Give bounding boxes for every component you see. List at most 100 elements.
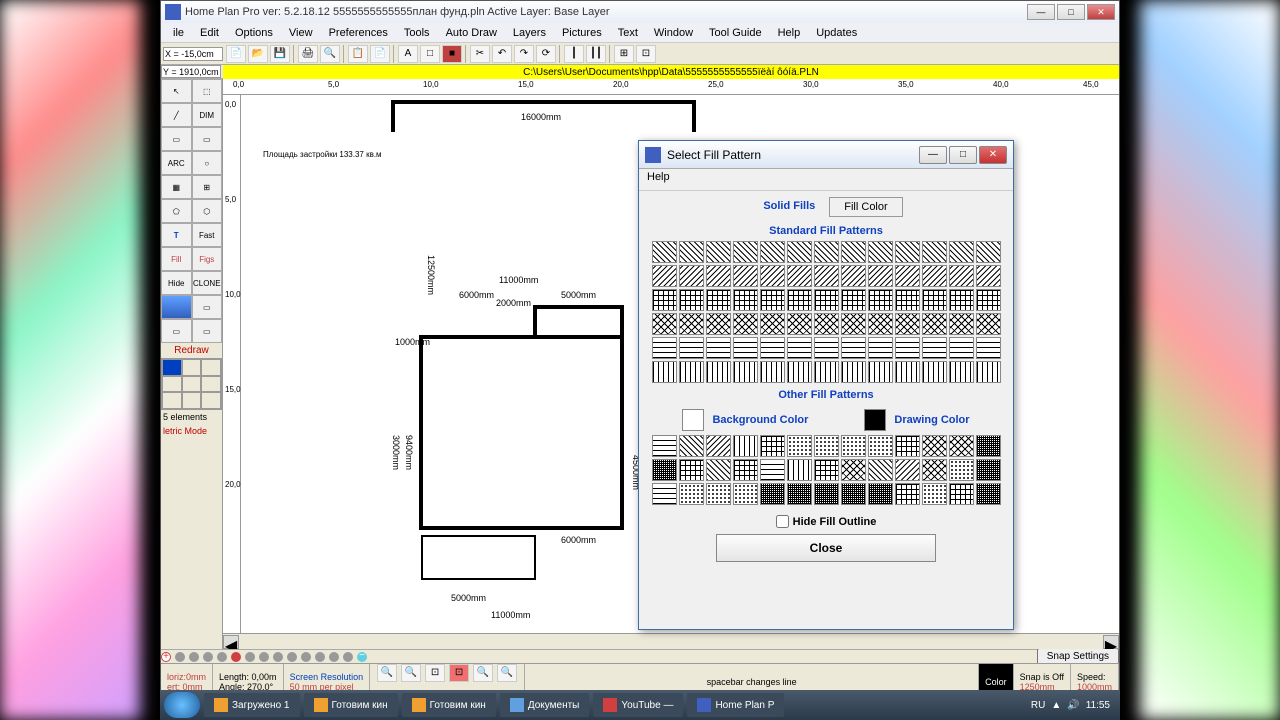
std-pattern-61[interactable] <box>895 337 920 359</box>
std-pattern-55[interactable] <box>733 337 758 359</box>
std-pattern-62[interactable] <box>922 337 947 359</box>
tool-grid1[interactable]: ▦ <box>161 175 192 199</box>
tb-preview[interactable]: 🔍 <box>320 45 340 63</box>
other-pattern-11[interactable] <box>949 435 974 457</box>
tool-text[interactable]: T <box>161 223 192 247</box>
task-5[interactable]: YouTube — <box>593 693 683 717</box>
tool-shape2[interactable]: ▭ <box>192 319 223 343</box>
std-pattern-42[interactable] <box>733 313 758 335</box>
task-6[interactable]: Home Plan P <box>687 693 784 717</box>
std-pattern-35[interactable] <box>895 289 920 311</box>
dialog-close-x[interactable]: ✕ <box>979 146 1007 164</box>
other-pattern-35[interactable] <box>895 483 920 505</box>
std-pattern-31[interactable] <box>787 289 812 311</box>
dot-10[interactable] <box>301 652 311 662</box>
tb-copy[interactable]: 📋 <box>348 45 368 63</box>
std-pattern-54[interactable] <box>706 337 731 359</box>
menu-updates[interactable]: Updates <box>808 25 865 41</box>
menu-file[interactable]: ile <box>165 25 192 41</box>
scrollbar-h[interactable]: ◀ ▶ <box>223 633 1119 649</box>
std-pattern-8[interactable] <box>868 241 893 263</box>
other-pattern-12[interactable] <box>976 435 1001 457</box>
std-pattern-6[interactable] <box>814 241 839 263</box>
dot-1[interactable] <box>175 652 185 662</box>
std-pattern-64[interactable] <box>976 337 1001 359</box>
other-pattern-37[interactable] <box>949 483 974 505</box>
std-pattern-74[interactable] <box>895 361 920 383</box>
redraw-button[interactable]: Redraw <box>161 343 222 358</box>
std-pattern-32[interactable] <box>814 289 839 311</box>
std-pattern-75[interactable] <box>922 361 947 383</box>
menu-autodraw[interactable]: Auto Draw <box>438 25 505 41</box>
color-grid-2[interactable] <box>201 359 221 376</box>
other-pattern-23[interactable] <box>922 459 947 481</box>
tb-grid[interactable]: ⊞ <box>614 45 634 63</box>
std-pattern-26[interactable] <box>652 289 677 311</box>
std-pattern-66[interactable] <box>679 361 704 383</box>
task-2[interactable]: Готовим кин <box>304 693 398 717</box>
titlebar[interactable]: Home Plan Pro ver: 5.2.18.12 55555555555… <box>161 1 1119 23</box>
dialog-maximize[interactable]: □ <box>949 146 977 164</box>
dot-7[interactable] <box>259 652 269 662</box>
menu-text[interactable]: Text <box>610 25 646 41</box>
menu-view[interactable]: View <box>281 25 321 41</box>
std-pattern-33[interactable] <box>841 289 866 311</box>
dot-9[interactable] <box>287 652 297 662</box>
other-pattern-24[interactable] <box>949 459 974 481</box>
tb-snap[interactable]: ⊡ <box>636 45 656 63</box>
other-pattern-22[interactable] <box>895 459 920 481</box>
std-pattern-49[interactable] <box>922 313 947 335</box>
std-pattern-12[interactable] <box>976 241 1001 263</box>
color-grid-7[interactable] <box>182 392 202 409</box>
tray-up-icon[interactable]: ▲ <box>1051 700 1061 711</box>
other-pattern-38[interactable] <box>976 483 1001 505</box>
std-pattern-9[interactable] <box>895 241 920 263</box>
draw-color-swatch[interactable] <box>864 409 886 431</box>
tool-pic2[interactable]: ▭ <box>192 295 223 319</box>
other-pattern-34[interactable] <box>868 483 893 505</box>
dot-minus[interactable]: − <box>357 652 367 662</box>
menu-tools[interactable]: Tools <box>396 25 438 41</box>
std-pattern-5[interactable] <box>787 241 812 263</box>
other-pattern-15[interactable] <box>706 459 731 481</box>
dot-plus[interactable]: + <box>161 652 171 662</box>
zoom-in[interactable]: 🔍 <box>377 664 397 682</box>
close-button[interactable]: ✕ <box>1087 4 1115 20</box>
tool-poly2[interactable]: ⬡ <box>192 199 223 223</box>
other-pattern-36[interactable] <box>922 483 947 505</box>
task-1[interactable]: Загружено 1 <box>204 693 300 717</box>
other-pattern-10[interactable] <box>922 435 947 457</box>
std-pattern-57[interactable] <box>787 337 812 359</box>
other-pattern-3[interactable] <box>733 435 758 457</box>
std-pattern-22[interactable] <box>895 265 920 287</box>
std-pattern-16[interactable] <box>733 265 758 287</box>
std-pattern-67[interactable] <box>706 361 731 383</box>
other-pattern-1[interactable] <box>679 435 704 457</box>
std-pattern-72[interactable] <box>841 361 866 383</box>
std-pattern-38[interactable] <box>976 289 1001 311</box>
tool-clone[interactable]: CLONE <box>192 271 223 295</box>
dialog-help[interactable]: Help <box>647 171 670 183</box>
std-pattern-4[interactable] <box>760 241 785 263</box>
std-pattern-15[interactable] <box>706 265 731 287</box>
other-pattern-8[interactable] <box>868 435 893 457</box>
std-pattern-60[interactable] <box>868 337 893 359</box>
std-pattern-36[interactable] <box>922 289 947 311</box>
std-pattern-17[interactable] <box>760 265 785 287</box>
start-button[interactable] <box>164 692 200 718</box>
other-pattern-26[interactable] <box>652 483 677 505</box>
std-pattern-43[interactable] <box>760 313 785 335</box>
menu-preferences[interactable]: Preferences <box>321 25 396 41</box>
tool-circle[interactable]: ○ <box>192 151 223 175</box>
other-pattern-20[interactable] <box>841 459 866 481</box>
tool-arc[interactable]: ARC <box>161 151 192 175</box>
std-pattern-3[interactable] <box>733 241 758 263</box>
std-pattern-47[interactable] <box>868 313 893 335</box>
std-pattern-69[interactable] <box>760 361 785 383</box>
std-pattern-21[interactable] <box>868 265 893 287</box>
std-pattern-29[interactable] <box>733 289 758 311</box>
other-pattern-4[interactable] <box>760 435 785 457</box>
std-pattern-30[interactable] <box>760 289 785 311</box>
tool-fast[interactable]: Fast <box>192 223 223 247</box>
std-pattern-13[interactable] <box>652 265 677 287</box>
